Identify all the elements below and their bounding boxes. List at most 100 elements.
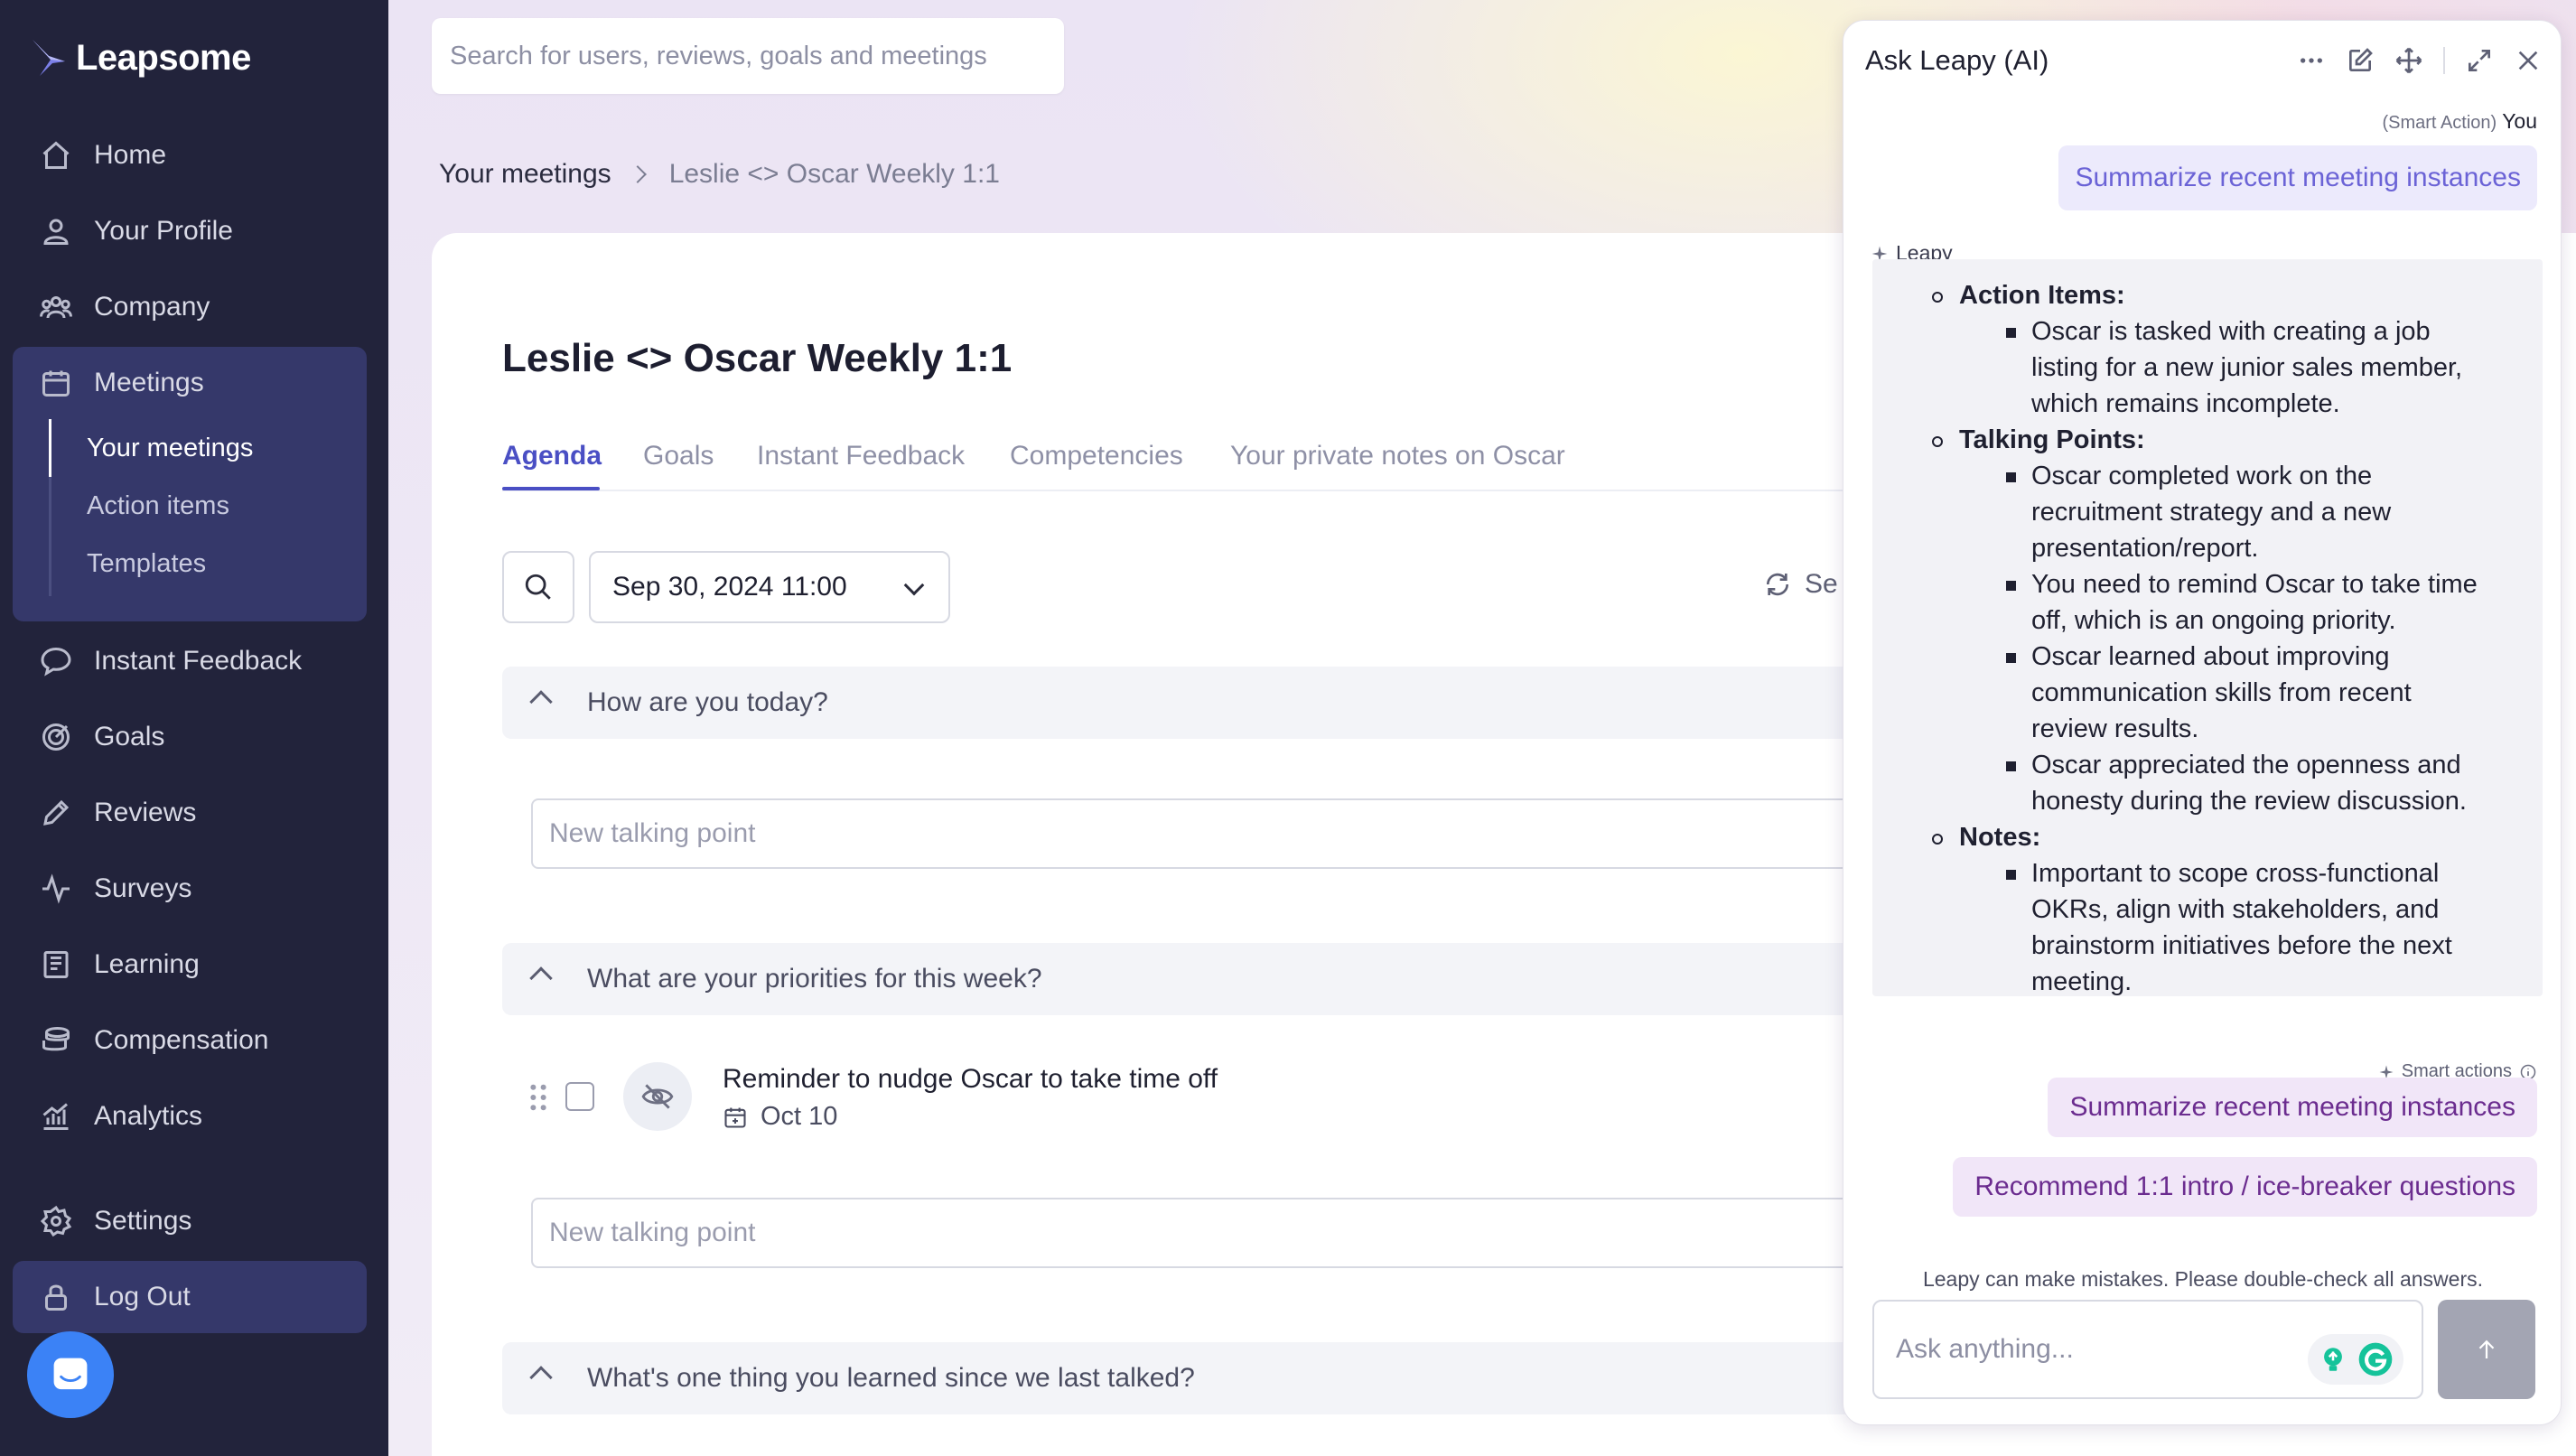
answer-line: brainstorm initiatives before the next: [2031, 931, 2452, 960]
pencil-icon: [43, 799, 70, 826]
grammarly-widget[interactable]: [2308, 1334, 2403, 1385]
answer-line: You need to remind Oscar to take time: [2031, 570, 2478, 599]
arrow-up-icon: [2478, 1339, 2495, 1358]
answer-line: meeting.: [2031, 967, 2133, 996]
answer-heading: Talking Points:: [1959, 425, 2145, 454]
agenda-search-button[interactable]: [502, 551, 574, 623]
edit-icon[interactable]: [2346, 46, 2375, 75]
agenda-section-priorities[interactable]: What are your priorities for this week?: [502, 943, 1857, 1015]
logo-text: Leapsome: [76, 37, 251, 78]
list-bullet: [1932, 292, 1943, 303]
sidebar-item-home[interactable]: Home: [13, 119, 367, 191]
tab-competencies[interactable]: Competencies: [1010, 441, 1183, 471]
ask-leapy-input[interactable]: Ask anything...: [1872, 1300, 2423, 1399]
ai-disclaimer: Leapy can make mistakes. Please double-c…: [1922, 1267, 2484, 1291]
sender-name: You: [2502, 109, 2537, 133]
talking-point-checkbox[interactable]: [565, 1082, 594, 1111]
breadcrumb-your-meetings[interactable]: Your meetings: [439, 159, 611, 190]
sidebar-item-goals[interactable]: Goals: [13, 701, 367, 773]
company-icon: [40, 296, 72, 319]
sidebar-subitem-templates[interactable]: Templates: [87, 549, 206, 579]
eye-off-icon: [641, 1084, 674, 1109]
leapsome-bird-icon: [33, 40, 65, 76]
panel-title: Ask Leapy (AI): [1865, 44, 2049, 76]
sidebar-item-label: Compensation: [94, 1025, 269, 1055]
sidebar-item-instant-feedback[interactable]: Instant Feedback: [13, 625, 367, 697]
sidebar-item-meetings[interactable]: Meetings: [13, 347, 367, 419]
tab-agenda[interactable]: Agenda: [502, 441, 602, 471]
private-toggle[interactable]: [623, 1062, 692, 1131]
coins-icon: [42, 1027, 70, 1051]
sidebar-item-learning[interactable]: Learning: [13, 929, 367, 1001]
send-button[interactable]: [2438, 1300, 2535, 1399]
leapsome-logo[interactable]: Leapsome: [31, 36, 251, 79]
assistant-answer: Action Items: Oscar is tasked with creat…: [1872, 259, 2543, 996]
list-bullet: [2006, 472, 2016, 482]
sidebar-item-label: Instant Feedback: [94, 646, 303, 676]
sidebar-item-label: Analytics: [94, 1101, 203, 1131]
answer-line: review results.: [2031, 714, 2199, 743]
move-icon[interactable]: [2394, 46, 2423, 75]
answer-line: Important to scope cross-functional: [2031, 859, 2440, 888]
sync-label: Se: [1805, 569, 1838, 599]
sidebar-item-surveys[interactable]: Surveys: [13, 853, 367, 925]
agenda-section-learned[interactable]: What's one thing you learned since we la…: [502, 1342, 1857, 1414]
sidebar-item-label: Company: [94, 292, 210, 322]
answer-line: Oscar completed work on the: [2031, 462, 2373, 490]
smart-action-summarize[interactable]: Summarize recent meeting instances: [2048, 1078, 2537, 1137]
tab-goals[interactable]: Goals: [643, 441, 714, 471]
answer-heading: Action Items:: [1959, 281, 2125, 310]
chevron-right-icon: [628, 165, 647, 183]
ask-leapy-panel: Ask Leapy (AI) (Smart Action) You Summar…: [1843, 20, 2562, 1425]
sidebar-item-your-profile[interactable]: Your Profile: [13, 195, 367, 267]
sidebar-item-compensation[interactable]: Compensation: [13, 1004, 367, 1077]
sidebar-item-analytics[interactable]: Analytics: [13, 1080, 367, 1153]
search-placeholder: Search for users, reviews, goals and mee…: [450, 41, 987, 70]
support-chat-button[interactable]: [27, 1331, 114, 1418]
sync-button[interactable]: Se: [1763, 569, 1838, 600]
tab-instant-feedback[interactable]: Instant Feedback: [757, 441, 965, 471]
sidebar-item-label: Reviews: [94, 798, 197, 827]
breadcrumb: Your meetings Leslie <> Oscar Weekly 1:1: [439, 159, 1000, 190]
chevron-down-icon: [903, 574, 925, 596]
sidebar-item-log-out[interactable]: Log Out: [13, 1261, 367, 1333]
chart-icon: [42, 1103, 69, 1130]
support-chat-icon: [53, 1358, 88, 1390]
sidebar-subitem-your-meetings[interactable]: Your meetings: [87, 434, 253, 463]
sidebar-item-label: Learning: [94, 949, 200, 979]
new-talking-point-input[interactable]: New talking point: [531, 798, 1850, 869]
talking-point-row: Reminder to nudge Oscar to take time off…: [524, 1057, 1337, 1147]
meetings-group: Meetings Your meetings Action items Temp…: [13, 347, 367, 621]
talking-point-title[interactable]: Reminder to nudge Oscar to take time off: [723, 1064, 1218, 1095]
list-bullet: [2006, 328, 2016, 338]
sidebar: Leapsome Home Your Profile Company Meeti…: [0, 0, 388, 1456]
meeting-tabs: Agenda Goals Instant Feedback Competenci…: [502, 434, 1857, 491]
smart-action-icebreaker[interactable]: Recommend 1:1 intro / ice-breaker questi…: [1953, 1157, 2537, 1217]
talking-point-date: Oct 10: [723, 1102, 837, 1132]
sidebar-item-settings[interactable]: Settings: [13, 1185, 367, 1257]
close-icon[interactable]: [2514, 46, 2543, 75]
new-talking-point-input[interactable]: New talking point: [531, 1198, 1850, 1268]
lock-icon: [45, 1284, 67, 1311]
tab-private-notes[interactable]: Your private notes on Oscar: [1230, 441, 1565, 471]
more-icon[interactable]: [2297, 46, 2326, 75]
talking-point-placeholder: New talking point: [549, 1218, 756, 1247]
list-bullet: [2006, 870, 2016, 880]
sidebar-subitem-action-items[interactable]: Action items: [87, 491, 229, 521]
meeting-date-select[interactable]: Sep 30, 2024 11:00: [589, 551, 950, 623]
message-meta: (Smart Action) You: [2382, 109, 2537, 134]
agenda-section-how-are-you[interactable]: How are you today?: [502, 667, 1857, 739]
active-tab-indicator: [502, 487, 600, 490]
drag-handle-icon[interactable]: [529, 1084, 547, 1111]
sidebar-item-company[interactable]: Company: [13, 271, 367, 343]
answer-line: off, which is an ongoing priority.: [2031, 606, 2396, 635]
sidebar-item-reviews[interactable]: Reviews: [13, 777, 367, 849]
home-icon: [42, 141, 70, 169]
answer-line: which remains incomplete.: [2031, 389, 2340, 418]
global-search-input[interactable]: Search for users, reviews, goals and mee…: [432, 18, 1064, 94]
expand-icon[interactable]: [2465, 46, 2494, 75]
page-title: Leslie <> Oscar Weekly 1:1: [502, 336, 1013, 380]
talking-point-placeholder: New talking point: [549, 818, 756, 848]
selected-date: Sep 30, 2024 11:00: [612, 572, 847, 602]
chat-icon: [41, 647, 71, 677]
